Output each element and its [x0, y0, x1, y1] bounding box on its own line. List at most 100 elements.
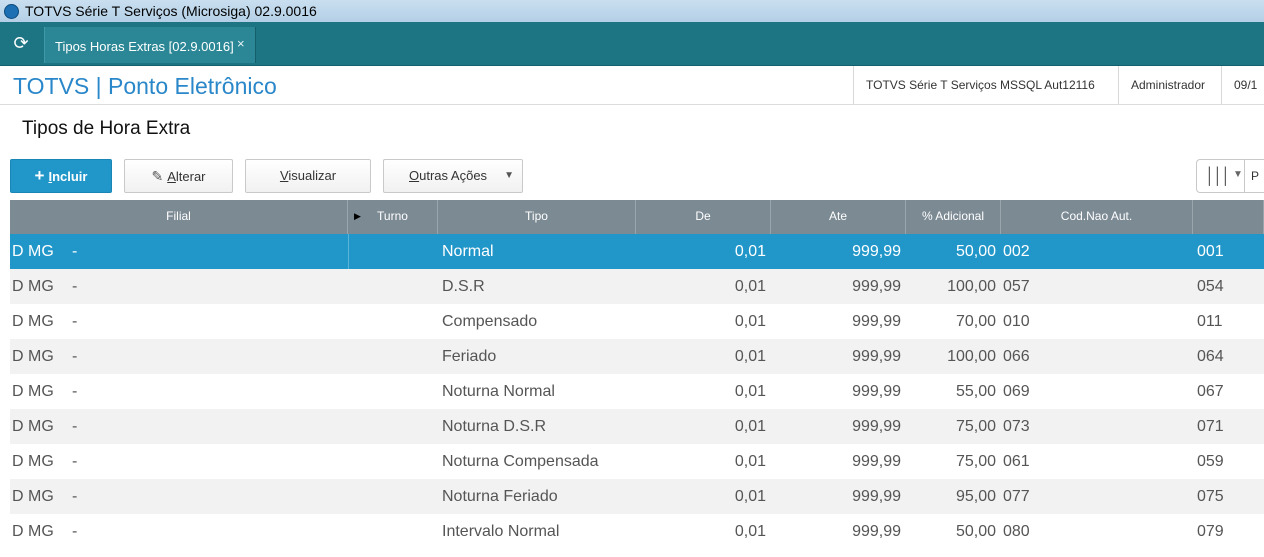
cell-filial: D MG	[12, 313, 54, 330]
cell-dash: -	[72, 278, 78, 295]
close-icon[interactable]: ×	[237, 36, 245, 51]
cell-ate: 999,99	[852, 418, 901, 435]
cell-dash: -	[72, 418, 78, 435]
cell-cod-nao-aut: 080	[1003, 523, 1030, 540]
chevron-down-icon: ▼	[504, 170, 514, 181]
cell-ate: 999,99	[852, 523, 901, 540]
col-header-cod-nao-aut[interactable]: Cod.Nao Aut.	[1001, 200, 1193, 234]
table-row[interactable]: D MG - Noturna Compensada 0,01 999,99 75,00 06…	[10, 444, 1264, 479]
tab-label: Tipos Horas Extras [02.9.0016]	[55, 39, 234, 54]
cell-filial: D MG	[12, 488, 54, 505]
cell-cod2: 054	[1197, 278, 1224, 295]
table-row[interactable]: D MG - Noturna Normal 0,01 999,99 55,00 069 067	[10, 374, 1264, 409]
cell-adicional: 95,00	[955, 488, 996, 505]
cell-cod2: 079	[1197, 523, 1224, 540]
cell-ate: 999,99	[852, 243, 901, 260]
include-button[interactable]: + Incluir	[10, 159, 112, 193]
table-row[interactable]: D MG - Intervalo Normal 0,01 999,99 50,00 080 0…	[10, 514, 1264, 549]
grid-header: Filial ▶ Turno Tipo De Ate % Adicional C…	[10, 200, 1264, 234]
data-grid: Filial ▶ Turno Tipo De Ate % Adicional C…	[10, 200, 1264, 549]
col-header-de[interactable]: De	[636, 200, 771, 234]
table-row[interactable]: D MG - Noturna Feriado 0,01 999,99 95,00 077 07…	[10, 479, 1264, 514]
cell-ate: 999,99	[852, 313, 901, 330]
cell-cod2: 075	[1197, 488, 1224, 505]
cell-cod2: 064	[1197, 348, 1224, 365]
tab-tipos-horas-extras[interactable]: Tipos Horas Extras [02.9.0016] ×	[44, 27, 256, 63]
plus-icon: +	[34, 166, 45, 185]
cell-adicional: 70,00	[955, 313, 996, 330]
app-header: TOTVS | Ponto Eletrônico TOTVS Série T S…	[0, 66, 1264, 105]
app-brand: TOTVS | Ponto Eletrônico	[13, 73, 277, 99]
window-titlebar: TOTVS Série T Serviços (Microsiga) 02.9.…	[0, 0, 1264, 23]
table-row[interactable]: D MG - Feriado 0,01 999,99 100,00 066 064	[10, 339, 1264, 374]
cell-cod-nao-aut: 069	[1003, 383, 1030, 400]
cell-filial: D MG	[12, 418, 54, 435]
chevron-down-icon: ▼	[1233, 169, 1243, 180]
cell-adicional: 55,00	[955, 383, 996, 400]
cell-adicional: 100,00	[947, 278, 996, 295]
cell-ate: 999,99	[852, 488, 901, 505]
home-icon[interactable]: ⟳	[10, 32, 32, 54]
cell-dash: -	[72, 488, 78, 505]
date-label: 09/1	[1221, 66, 1264, 104]
window-title: TOTVS Série T Serviços (Microsiga) 02.9.…	[25, 3, 317, 19]
cell-filial: D MG	[12, 234, 349, 269]
table-row[interactable]: D MG - Compensado 0,01 999,99 70,00 010 011	[10, 304, 1264, 339]
cell-dash: -	[72, 523, 78, 540]
cell-dash: -	[72, 383, 78, 400]
cell-cod-nao-aut: 061	[1003, 453, 1030, 470]
cell-filial: D MG	[12, 383, 54, 400]
view-toggle-button[interactable]: │││ ▼ P	[1196, 159, 1264, 193]
pencil-icon: ✎	[151, 168, 164, 184]
cell-tipo: Noturna Normal	[442, 383, 555, 400]
col-header-filial[interactable]: Filial	[10, 200, 348, 234]
cell-cod-nao-aut: 057	[1003, 278, 1030, 295]
col-header-tipo[interactable]: Tipo	[438, 200, 636, 234]
cell-tipo: Intervalo Normal	[442, 523, 560, 540]
cell-cod2: 067	[1197, 383, 1224, 400]
divider	[1244, 160, 1245, 192]
view-button[interactable]: Visualizar	[245, 159, 371, 193]
columns-icon: │││	[1205, 168, 1231, 185]
cell-filial: D MG	[12, 278, 54, 295]
cell-ate: 999,99	[852, 383, 901, 400]
row-pointer-icon: ▶	[354, 211, 361, 221]
table-row[interactable]: D MG - Normal 0,01 999,99 50,00 002 001	[10, 234, 1264, 269]
table-row[interactable]: D MG - Noturna D.S.R 0,01 999,99 75,00 073 071	[10, 409, 1264, 444]
table-row[interactable]: D MG - D.S.R 0,01 999,99 100,00 057 054	[10, 269, 1264, 304]
col-header-adicional[interactable]: % Adicional	[906, 200, 1001, 234]
tab-bar: ⟳ Tipos Horas Extras [02.9.0016] ×	[0, 22, 1264, 67]
cell-cod2: 011	[1197, 313, 1223, 330]
cell-tipo: D.S.R	[442, 278, 485, 295]
cell-cod2: 071	[1197, 418, 1224, 435]
cell-ate: 999,99	[852, 453, 901, 470]
cell-cod-nao-aut: 066	[1003, 348, 1030, 365]
col-header-extra[interactable]	[1193, 200, 1264, 234]
cell-cod2: 001	[1197, 243, 1224, 260]
user-label[interactable]: Administrador	[1118, 66, 1217, 104]
col-header-turno[interactable]: ▶ Turno	[348, 200, 438, 234]
view-toggle-text: P	[1251, 169, 1260, 183]
cell-tipo: Feriado	[442, 348, 497, 365]
cell-filial: D MG	[12, 453, 54, 470]
other-actions-button[interactable]: Outras Ações ▼	[383, 159, 523, 193]
cell-adicional: 100,00	[947, 348, 996, 365]
cell-dash: -	[72, 348, 78, 365]
cell-cod-nao-aut: 010	[1003, 313, 1030, 330]
cell-ate: 999,99	[852, 278, 901, 295]
cell-cod-nao-aut: 073	[1003, 418, 1030, 435]
col-header-ate[interactable]: Ate	[771, 200, 906, 234]
cell-filial: D MG	[12, 523, 54, 540]
cell-de: 0,01	[734, 453, 766, 470]
cell-tipo: Noturna D.S.R	[442, 418, 547, 435]
cell-tipo: Compensado	[442, 313, 538, 330]
cell-dash: -	[72, 453, 78, 470]
cell-tipo: Normal	[442, 243, 494, 260]
cell-cod-nao-aut: 077	[1003, 488, 1030, 505]
cell-dash: -	[72, 313, 78, 330]
cell-adicional: 75,00	[955, 453, 996, 470]
alter-button[interactable]: ✎ Alterar	[124, 159, 233, 193]
cell-filial: D MG	[12, 348, 54, 365]
app-icon	[4, 4, 19, 19]
page-title: Tipos de Hora Extra	[22, 118, 191, 139]
